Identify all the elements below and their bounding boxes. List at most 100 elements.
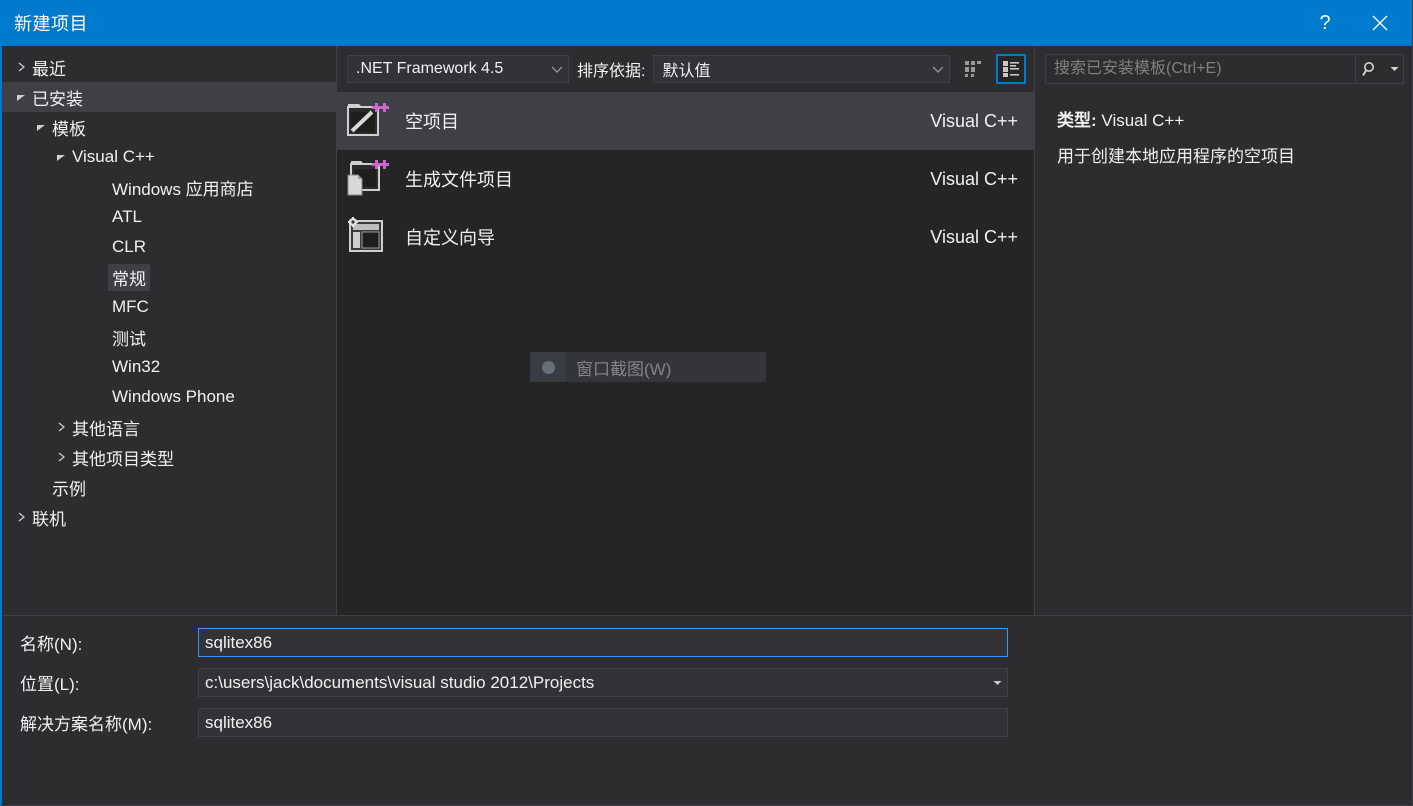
- tree-item-label: Windows Phone: [112, 387, 243, 407]
- tree-item-0[interactable]: 最近: [2, 52, 336, 82]
- project-location-combo[interactable]: c:\users\jack\documents\visual studio 20…: [198, 668, 1008, 697]
- search-input[interactable]: [1046, 55, 1355, 83]
- help-button[interactable]: ?: [1302, 0, 1348, 46]
- tree-item-11[interactable]: Windows Phone: [2, 382, 336, 412]
- detail-description: 用于创建本地应用程序的空项目: [1057, 145, 1396, 169]
- tree-item-10[interactable]: Win32: [2, 352, 336, 382]
- new-project-dialog: 新建项目 ? 最近已安装模板 Visual C++ Windows 应用商店 ATL C…: [0, 0, 1413, 806]
- dialog-body: 最近已安装模板 Visual C++ Windows 应用商店 ATL CLR 常规 MFC…: [2, 46, 1412, 615]
- tree-item-label: Visual C++: [72, 147, 163, 167]
- chevron-down-icon: [1390, 66, 1399, 72]
- chevron-down-icon: [927, 66, 949, 73]
- close-button[interactable]: [1348, 0, 1412, 46]
- solution-field-row: 解决方案名称(M):: [2, 708, 1412, 737]
- template-detail-pane: 类型: Visual C++ 用于创建本地应用程序的空项目: [1035, 46, 1412, 615]
- custom-wizard-icon: [343, 213, 391, 261]
- grid-view-button[interactable]: [958, 54, 988, 84]
- question-mark-icon: ?: [1319, 12, 1330, 35]
- sort-value: 默认值: [662, 57, 927, 81]
- chevron-down-icon[interactable]: [10, 93, 32, 102]
- solution-name-label: 解决方案名称(M):: [2, 710, 198, 735]
- chevron-right-icon[interactable]: [50, 422, 72, 432]
- name-label: 名称(N):: [2, 630, 198, 655]
- template-toolbar: .NET Framework 4.5 排序依据: 默认值: [337, 46, 1034, 92]
- tree-item-3[interactable]: Visual C++: [2, 142, 336, 172]
- location-label: 位置(L):: [2, 670, 198, 695]
- tree-item-9[interactable]: 测试: [2, 322, 336, 352]
- template-list-pane: .NET Framework 4.5 排序依据: 默认值: [337, 46, 1035, 615]
- tree-item-label: Windows 应用商店: [112, 175, 262, 200]
- tree-item-15[interactable]: 联机: [2, 502, 336, 532]
- detail-type-label: 类型:: [1057, 111, 1097, 130]
- tree-item-label: 其他项目类型: [72, 445, 182, 470]
- tree-item-label: 联机: [32, 505, 74, 530]
- tree-item-label: 模板: [52, 115, 94, 140]
- template-list-item[interactable]: 生成文件项目Visual C++: [337, 150, 1034, 208]
- project-name-input[interactable]: [198, 628, 1008, 657]
- location-field-row: 位置(L): c:\users\jack\documents\visual st…: [2, 668, 1412, 697]
- tree-item-label: ATL: [112, 207, 150, 227]
- tree-item-6[interactable]: CLR: [2, 232, 336, 262]
- tree-item-label: CLR: [112, 237, 154, 257]
- tree-item-label: 已安装: [32, 85, 91, 110]
- template-list-item[interactable]: 自定义向导 Visual C++: [337, 208, 1034, 266]
- project-location-value: c:\users\jack\documents\visual studio 20…: [205, 673, 987, 693]
- tree-item-1[interactable]: 已安装: [2, 82, 336, 112]
- chevron-down-icon[interactable]: [30, 123, 52, 132]
- template-language: Visual C++: [930, 111, 1018, 132]
- list-view-button[interactable]: [996, 54, 1026, 84]
- tree-item-2[interactable]: 模板: [2, 112, 336, 142]
- template-results-list[interactable]: 空项目 Visual C++ 生成文件项目Visual C++ 自定义向导 Visual…: [337, 92, 1034, 615]
- sort-by-label: 排序依据:: [577, 57, 645, 81]
- tree-item-label: 最近: [32, 55, 74, 80]
- sort-dropdown[interactable]: 默认值: [653, 55, 950, 83]
- tree-item-4[interactable]: Windows 应用商店: [2, 172, 336, 202]
- chevron-right-icon[interactable]: [50, 452, 72, 462]
- chevron-right-icon[interactable]: [10, 512, 32, 522]
- window-screenshot-overlay: 窗口截图(W): [530, 352, 766, 382]
- tree-item-14[interactable]: 示例: [2, 472, 336, 502]
- search-icon: [1362, 61, 1379, 78]
- tree-item-label: MFC: [112, 297, 157, 317]
- framework-dropdown[interactable]: .NET Framework 4.5: [347, 55, 569, 83]
- name-field-row: 名称(N):: [2, 628, 1412, 657]
- solution-name-input[interactable]: [198, 708, 1008, 737]
- template-list-item[interactable]: 空项目 Visual C++: [337, 92, 1034, 150]
- tree-item-label: Win32: [112, 357, 168, 377]
- close-icon: [1370, 13, 1390, 33]
- empty-project-icon: [343, 97, 391, 145]
- template-name: 空项目: [405, 108, 459, 134]
- dialog-title: 新建项目: [2, 10, 88, 36]
- chevron-right-icon[interactable]: [10, 62, 32, 72]
- search-button[interactable]: [1355, 55, 1385, 83]
- detail-type-row: 类型: Visual C++: [1057, 106, 1396, 131]
- template-name: 自定义向导: [405, 224, 495, 250]
- search-container: [1035, 46, 1412, 92]
- chevron-down-icon: [987, 680, 1007, 686]
- chevron-down-icon: [546, 66, 568, 73]
- tree-item-label: 其他语言: [72, 415, 148, 440]
- tree-item-label: 测试: [112, 325, 154, 350]
- detail-content: 类型: Visual C++ 用于创建本地应用程序的空项目: [1035, 92, 1412, 615]
- search-box[interactable]: [1045, 54, 1404, 84]
- chevron-down-icon[interactable]: [50, 153, 72, 162]
- tree-item-5[interactable]: ATL: [2, 202, 336, 232]
- grid-view-icon: [964, 60, 982, 78]
- project-settings-form: 名称(N): 位置(L): c:\users\jack\documents\vi…: [2, 615, 1412, 805]
- template-language: Visual C++: [930, 227, 1018, 248]
- tree-item-13[interactable]: 其他项目类型: [2, 442, 336, 472]
- tree-item-8[interactable]: MFC: [2, 292, 336, 322]
- makefile-project-icon: [343, 155, 391, 203]
- titlebar-buttons: ?: [1302, 0, 1412, 46]
- tree-item-label: 常规: [108, 264, 150, 291]
- dialog-titlebar: 新建项目 ?: [2, 0, 1412, 46]
- record-dot-icon: [542, 361, 555, 374]
- detail-type-value: Visual C++: [1101, 111, 1184, 130]
- search-options-dropdown[interactable]: [1385, 55, 1403, 83]
- list-view-icon: [1002, 60, 1020, 78]
- tree-item-12[interactable]: 其他语言: [2, 412, 336, 442]
- tree-item-label: 示例: [52, 475, 94, 500]
- window-screenshot-label: 窗口截图(W): [576, 355, 671, 380]
- record-dot-wrap: [530, 352, 566, 382]
- tree-item-7[interactable]: 常规: [2, 262, 336, 292]
